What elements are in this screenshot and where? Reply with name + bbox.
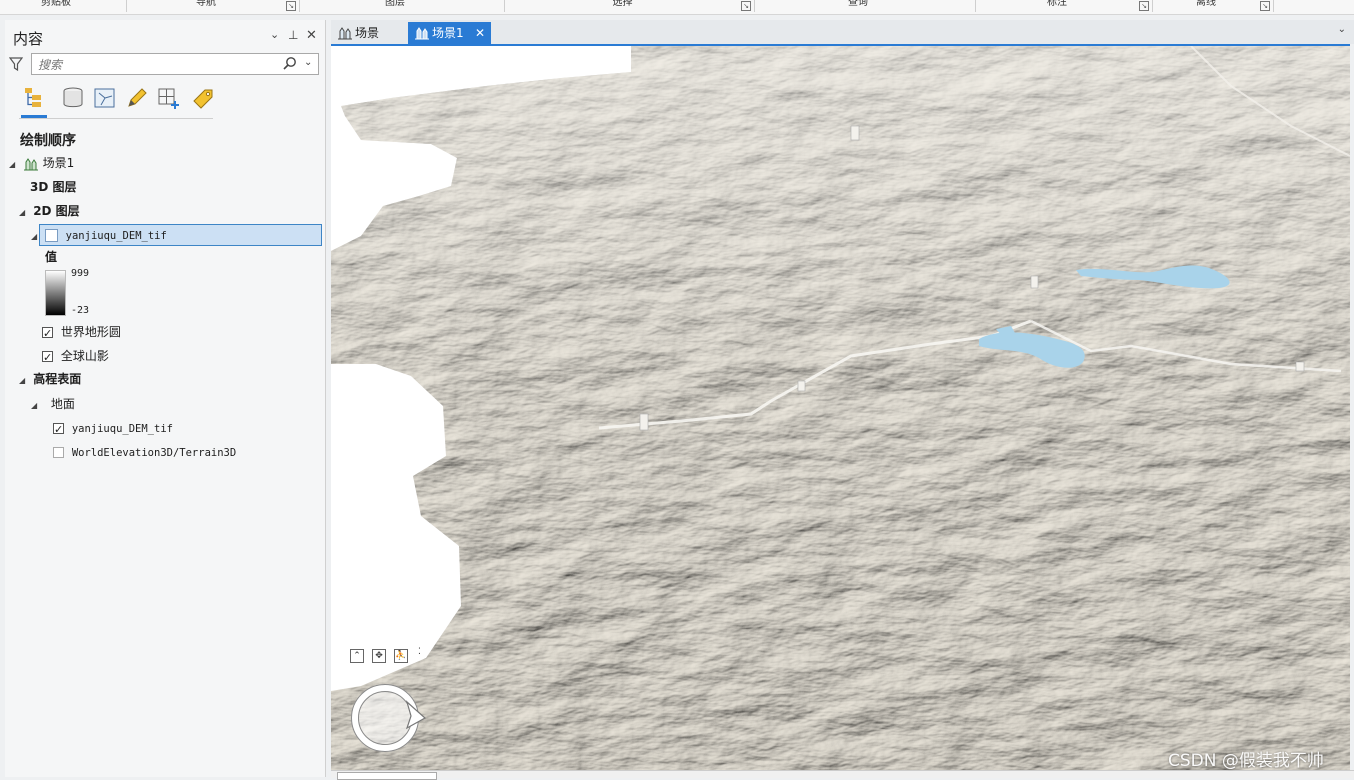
tab-scene1-label: 场景1 — [432, 26, 464, 40]
ribbon-group-label: 离线 — [1196, 0, 1216, 8]
list-by-data-source-icon — [63, 87, 83, 108]
tab-snapping[interactable] — [155, 84, 181, 112]
tab-drawing-order[interactable] — [21, 84, 47, 118]
view-tab-strip: 场景 场景1 ✕ ⌄ — [331, 20, 1354, 44]
tree-item-hillshade[interactable]: 全球山影 — [42, 346, 109, 368]
search-options-chevron-icon[interactable]: ⌄ — [304, 57, 312, 68]
terrain-rendering — [331, 46, 1350, 772]
tab-list-chevron-icon[interactable]: ⌄ — [1338, 24, 1346, 35]
3d-layers-label: 3D 图层 — [30, 180, 77, 194]
scene-icon — [415, 27, 429, 40]
pin-icon[interactable]: ⊥ — [288, 28, 298, 42]
tree-item-ground[interactable]: ◢ 地面 — [31, 394, 75, 414]
list-by-snapping-icon — [158, 88, 179, 109]
tree-item-2d-layers[interactable]: ◢ 2D 图层 — [19, 201, 80, 221]
source-visibility-checkbox[interactable] — [53, 420, 64, 440]
collapse-triangle-icon[interactable]: ◢ — [31, 227, 41, 247]
first-person-mode-icon[interactable]: ⛹ — [394, 649, 408, 663]
ground-label: 地面 — [50, 397, 75, 411]
tab-scene-label: 场景 — [355, 26, 380, 40]
tree-item-elevation-surfaces[interactable]: ◢ 高程表面 — [19, 369, 81, 389]
navigator-compass[interactable] — [349, 680, 427, 756]
scene-label: 场景1 — [42, 156, 75, 170]
ribbon-group-label: 剪贴板 — [41, 0, 71, 8]
tree-item-ground-source-dem[interactable]: yanjiuqu_DEM_tif — [53, 418, 173, 440]
layer-visibility-checkbox[interactable] — [42, 324, 53, 344]
tab-labeling[interactable] — [189, 84, 215, 112]
dialog-launcher-icon[interactable]: ↘ — [286, 1, 296, 11]
tab-scene1[interactable]: 场景1 ✕ — [408, 22, 491, 44]
scene-icon — [338, 27, 352, 40]
collapse-triangle-icon[interactable]: ◢ — [19, 371, 29, 391]
ribbon-group-clipboard: 剪贴板 — [0, 0, 126, 13]
tree-item-dem-layer[interactable]: ◢ yanjiuqu_DEM_tif — [31, 225, 167, 245]
ribbon-group-label: 图层 — [385, 0, 405, 8]
collapse-navigator-button[interactable]: ⌃ — [350, 649, 364, 663]
list-by-selection-icon — [94, 88, 115, 108]
tab-editing[interactable] — [123, 84, 149, 112]
hillshade-label: 全球山影 — [60, 349, 109, 363]
scene-globe-icon — [23, 157, 38, 170]
pan-mode-icon[interactable]: ✥ — [372, 649, 386, 663]
ribbon-group-label: 标注 — [1047, 0, 1067, 8]
ribbon-group-layer: 图层 — [300, 0, 504, 13]
legend-title: 值 — [45, 250, 58, 264]
close-icon[interactable]: ✕ — [306, 28, 317, 43]
collapse-triangle-icon[interactable]: ◢ — [31, 396, 47, 416]
pane-options-chevron-icon[interactable]: ⌄ — [270, 28, 279, 41]
close-tab-icon[interactable]: ✕ — [475, 22, 485, 44]
ribbon-group-label: 选择 — [612, 0, 633, 8]
elevation-surfaces-label: 高程表面 — [33, 372, 82, 386]
navigator-options-icon[interactable]: ⁚ — [418, 647, 421, 657]
source-visibility-checkbox[interactable] — [53, 447, 64, 458]
tree-item-3d-layers[interactable]: 3D 图层 — [30, 177, 77, 197]
ribbon-group-navigate: 导航 ↘ — [127, 0, 299, 13]
ribbon-group-labeling: 标注 ↘ — [976, 0, 1152, 13]
ribbon-separator — [1273, 0, 1274, 12]
search-box: ⌄ — [31, 53, 319, 75]
tree-item-scene[interactable]: ◢ 场景1 — [9, 153, 74, 173]
dialog-launcher-icon[interactable]: ↘ — [1139, 1, 1149, 11]
legend-high-value: 999 — [71, 268, 90, 279]
collapse-triangle-icon[interactable]: ◢ — [9, 155, 19, 175]
ground-source-label: yanjiuqu_DEM_tif — [71, 423, 173, 435]
scale-input[interactable] — [337, 772, 437, 780]
contents-pane: 内容 ⌄ ⊥ ✕ ⌄ — [5, 20, 326, 777]
tab-scene[interactable]: 场景 — [331, 22, 403, 44]
elevation-color-ramp — [45, 270, 66, 316]
watermark: CSDN @假装我不帅 — [1168, 751, 1324, 771]
tree-item-ground-source-terrain3d[interactable]: WorldElevation3D/Terrain3D — [53, 442, 236, 462]
ribbon-group-label: 导航 — [196, 0, 216, 8]
legend-low-value: -23 — [71, 305, 90, 316]
pane-title: 内容 — [13, 30, 44, 48]
ribbon-group-bar: 剪贴板 导航 ↘ 图层 选择 ↘ 查询 标注 ↘ 离线 ↘ — [0, 0, 1354, 15]
ribbon-group-selection: 选择 ↘ — [505, 0, 754, 13]
dem-layer-label: yanjiuqu_DEM_tif — [65, 230, 167, 242]
layer-visibility-checkbox[interactable] — [42, 348, 53, 368]
search-input[interactable] — [36, 56, 276, 74]
scene-view[interactable]: ⌃ ✥ ⛹ ⁚ — [331, 44, 1350, 772]
tree-item-world-topo[interactable]: 世界地形圆 — [42, 322, 121, 344]
ribbon-group-inquiry: 查询 — [755, 0, 975, 13]
filter-icon[interactable] — [9, 56, 23, 72]
tab-data-source[interactable] — [59, 84, 85, 112]
dialog-launcher-icon[interactable]: ↘ — [741, 1, 751, 11]
tab-selection[interactable] — [91, 84, 117, 112]
contents-view-tabs — [19, 84, 213, 119]
drawing-order-heading: 绘制顺序 — [20, 133, 76, 149]
ribbon-group-offline: 离线 ↘ — [1153, 0, 1273, 13]
list-by-labeling-icon — [193, 89, 213, 109]
collapse-triangle-icon[interactable]: ◢ — [19, 203, 29, 223]
list-by-editing-icon — [128, 88, 147, 107]
world-topo-label: 世界地形圆 — [60, 325, 121, 339]
2d-layers-label: 2D 图层 — [33, 204, 80, 218]
layer-visibility-checkbox[interactable] — [44, 229, 58, 242]
dialog-launcher-icon[interactable]: ↘ — [1260, 1, 1270, 11]
ground-source-label: WorldElevation3D/Terrain3D — [71, 447, 237, 459]
search-icon[interactable] — [282, 56, 298, 72]
list-by-drawing-order-icon — [25, 88, 41, 107]
ribbon-group-label: 查询 — [848, 0, 868, 8]
